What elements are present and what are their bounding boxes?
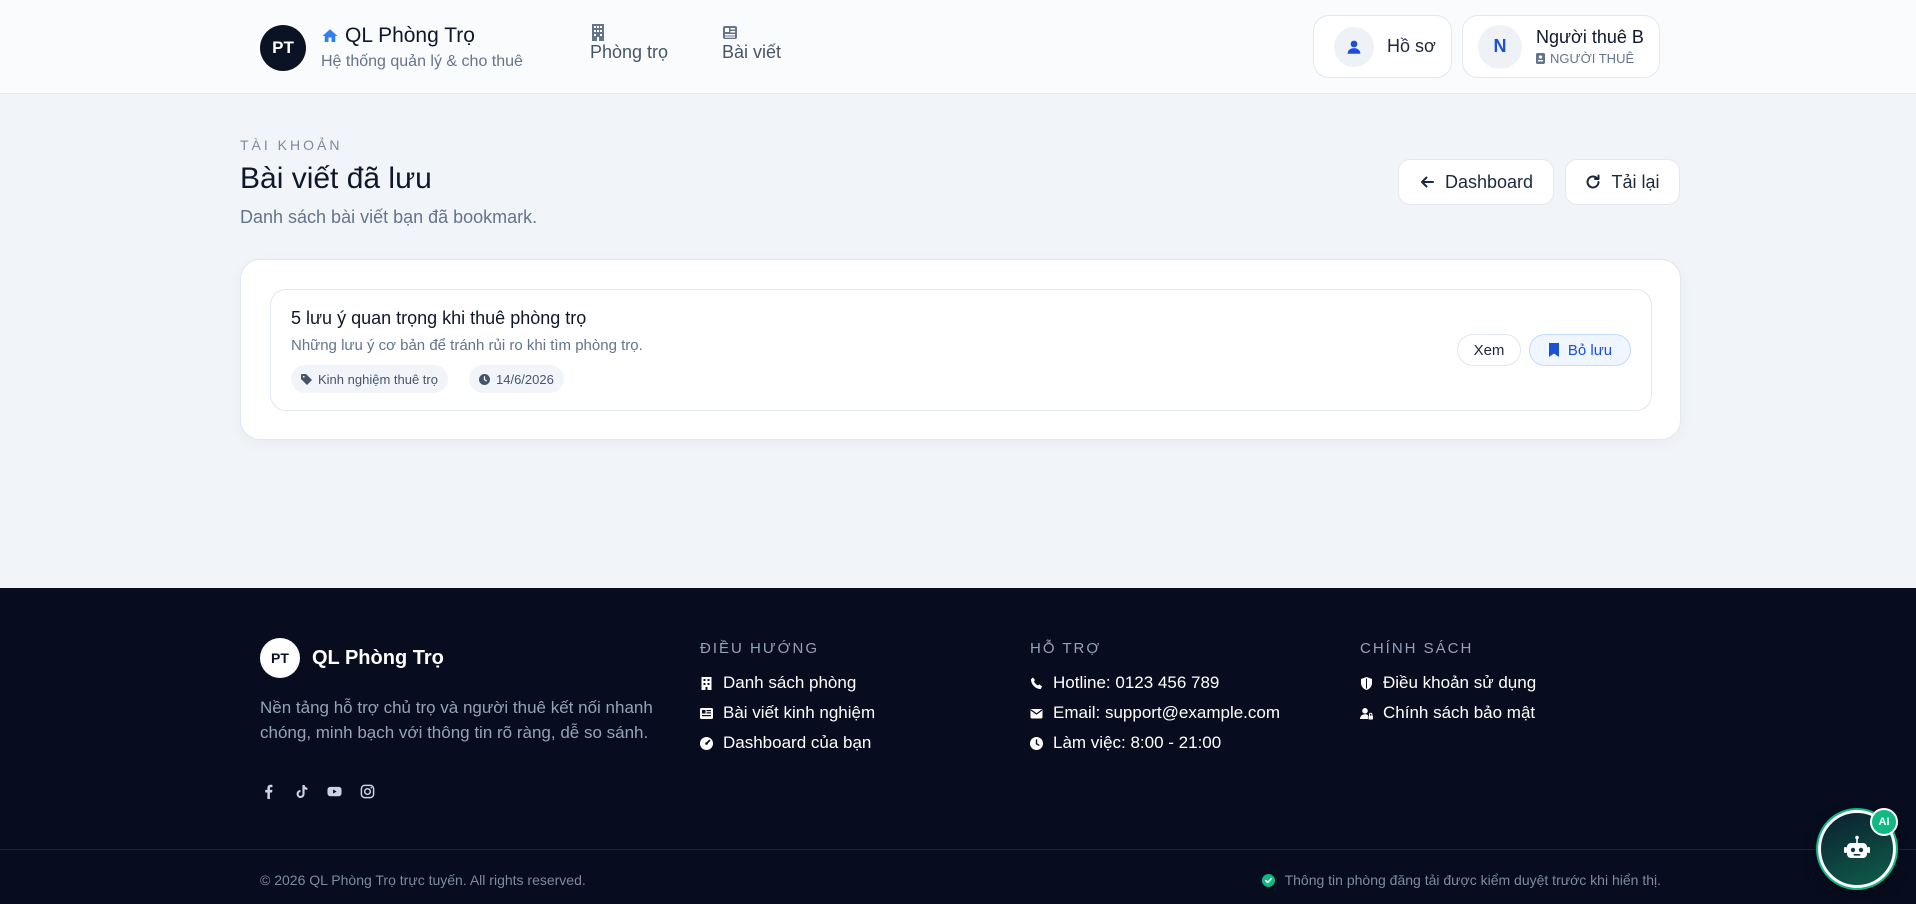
shield-icon: [1361, 676, 1372, 690]
footer-brand-name: QL Phòng Trọ: [312, 646, 444, 669]
newspaper-icon: [723, 26, 737, 39]
footer-support-label: Email: support@example.com: [1053, 703, 1281, 722]
footer-support-heading: HỖ TRỢ: [1030, 640, 1102, 657]
page-title: Bài viết đã lưu: [240, 162, 432, 195]
brand-title: QL Phòng Trọ: [321, 24, 523, 48]
moderation-notice-text: Thông tin phòng đăng tải được kiểm duyệt…: [1284, 872, 1661, 888]
brand-tagline: Hệ thống quản lý & cho thuê: [321, 53, 523, 70]
footer-link-label: Danh sách phòng: [723, 673, 857, 692]
reload-button[interactable]: Tải lại: [1565, 159, 1680, 205]
user-lock-icon: [1360, 707, 1373, 719]
footer-link-label: Dashboard của bạn: [723, 733, 872, 752]
user-name: Người thuê B: [1536, 27, 1644, 47]
newspaper-icon: [700, 707, 713, 719]
category-tag: Kinh nghiệm thuê trọ: [291, 365, 448, 393]
building-icon: [592, 24, 604, 41]
footer-email[interactable]: Email: support@example.com: [1030, 698, 1280, 728]
footer-logo: PT: [260, 638, 300, 678]
footer: PT QL Phòng Trọ Nền tảng hỗ trợ chủ trọ …: [0, 588, 1916, 904]
nav-rooms[interactable]: Phòng trọ: [590, 24, 668, 63]
footer-nav-column: ĐIỀU HƯỚNG Danh sách phòng Bài viết kinh…: [700, 640, 875, 758]
nav-articles[interactable]: Bài viết: [722, 24, 781, 63]
clock-icon: [479, 373, 490, 385]
tiktok-icon: [296, 784, 308, 798]
check-circle-icon: [1261, 873, 1275, 887]
footer-link-label: Bài viết kinh nghiệm: [723, 703, 876, 722]
brand-text: QL Phòng Trọ Hệ thống quản lý & cho thuê: [321, 24, 523, 71]
youtube-icon: [327, 786, 342, 797]
user-icon: [1334, 26, 1374, 67]
footer-description: Nền tảng hỗ trợ chủ trọ và người thuê kế…: [260, 698, 653, 742]
ai-badge: AI: [1870, 808, 1898, 836]
page-eyebrow: TÀI KHOẢN: [240, 137, 343, 153]
footer-policy-label: Điều khoản sử dụng: [1383, 673, 1537, 692]
dashboard-button-label: Dashboard: [1444, 171, 1534, 192]
saved-post-item: 5 lưu ý quan trọng khi thuê phòng trọ Nh…: [270, 289, 1652, 411]
view-button[interactable]: Xem: [1457, 334, 1521, 366]
dashboard-button[interactable]: Dashboard: [1398, 159, 1554, 205]
footer-support-label: Làm việc: 8:00 - 21:00: [1053, 733, 1222, 752]
id-badge-icon: [1536, 53, 1545, 64]
arrow-left-icon: [1420, 176, 1434, 188]
saved-posts-card: 5 lưu ý quan trọng khi thuê phòng trọ Nh…: [240, 259, 1681, 440]
footer-support-column: HỖ TRỢ Hotline: 0123 456 789 Email: supp…: [1030, 640, 1280, 758]
bookmark-icon: [1548, 343, 1559, 357]
moderation-notice: Thông tin phòng đăng tải được kiểm duyệt…: [1261, 872, 1661, 888]
footer-brand: PT QL Phòng Trọ: [260, 638, 444, 678]
post-description: Những lưu ý cơ bản để tránh rủi ro khi t…: [291, 337, 643, 354]
footer-hours: Làm việc: 8:00 - 21:00: [1030, 728, 1280, 758]
footer-hotline[interactable]: Hotline: 0123 456 789: [1030, 668, 1280, 698]
profile-button[interactable]: Hồ sơ: [1313, 15, 1452, 78]
top-header: PT QL Phòng Trọ Hệ thống quản lý & cho t…: [0, 0, 1916, 94]
footer-link-terms[interactable]: Điều khoản sử dụng: [1360, 668, 1536, 698]
user-role-label: NGƯỜI THUÊ: [1550, 51, 1635, 66]
brand-name: QL Phòng Trọ: [345, 24, 475, 47]
footer-policy-heading: CHÍNH SÁCH: [1360, 640, 1474, 657]
youtube-link[interactable]: [326, 783, 343, 800]
post-title[interactable]: 5 lưu ý quan trọng khi thuê phòng trọ: [291, 308, 586, 329]
footer-divider: [0, 849, 1916, 850]
facebook-icon: [265, 784, 273, 799]
user-menu[interactable]: N Người thuê B NGƯỜI THUÊ: [1462, 15, 1660, 78]
nav-rooms-label: Phòng trọ: [590, 42, 669, 62]
instagram-link[interactable]: [359, 783, 376, 800]
instagram-icon: [360, 784, 375, 799]
page-subtitle: Danh sách bài viết bạn đã bookmark.: [240, 207, 538, 227]
social-links: [260, 783, 376, 800]
footer-link-privacy[interactable]: Chính sách bảo mật: [1360, 698, 1536, 728]
refresh-icon: [1586, 174, 1600, 189]
user-info: Người thuê B NGƯỜI THUÊ: [1536, 27, 1644, 66]
gauge-icon: [700, 736, 713, 750]
mail-icon: [1030, 708, 1043, 718]
avatar: N: [1478, 24, 1522, 69]
tiktok-link[interactable]: [293, 783, 310, 800]
reload-button-label: Tải lại: [1611, 171, 1660, 192]
building-icon: [701, 676, 712, 690]
unsave-label: Bỏ lưu: [1567, 341, 1613, 359]
category-label: Kinh nghiệm thuê trọ: [318, 371, 438, 387]
facebook-link[interactable]: [260, 783, 277, 800]
unsave-button[interactable]: Bỏ lưu: [1529, 334, 1631, 366]
footer-policy-label: Chính sách bảo mật: [1383, 703, 1536, 722]
tag-icon: [301, 373, 312, 385]
footer-link-articles[interactable]: Bài viết kinh nghiệm: [700, 698, 875, 728]
clock-icon: [1030, 736, 1043, 750]
nav-articles-label: Bài viết: [722, 42, 782, 62]
date-tag: 14/6/2026: [469, 365, 564, 393]
user-role: NGƯỜI THUÊ: [1536, 51, 1644, 66]
robot-icon: [1844, 835, 1870, 858]
copyright: © 2026 QL Phòng Trọ trực tuyến. All righ…: [260, 872, 586, 888]
home-icon: [322, 29, 338, 42]
brand[interactable]: PT QL Phòng Trọ Hệ thống quản lý & cho t…: [260, 24, 523, 71]
footer-link-dashboard[interactable]: Dashboard của bạn: [700, 728, 875, 758]
footer-support-label: Hotline: 0123 456 789: [1053, 673, 1220, 692]
logo: PT: [260, 24, 306, 71]
footer-link-rooms[interactable]: Danh sách phòng: [700, 668, 875, 698]
profile-label: Hồ sơ: [1387, 36, 1436, 56]
date-label: 14/6/2026: [496, 371, 554, 387]
footer-nav-heading: ĐIỀU HƯỚNG: [700, 640, 820, 657]
footer-policy-column: CHÍNH SÁCH Điều khoản sử dụng Chính sách…: [1360, 640, 1536, 728]
phone-icon: [1031, 677, 1042, 689]
